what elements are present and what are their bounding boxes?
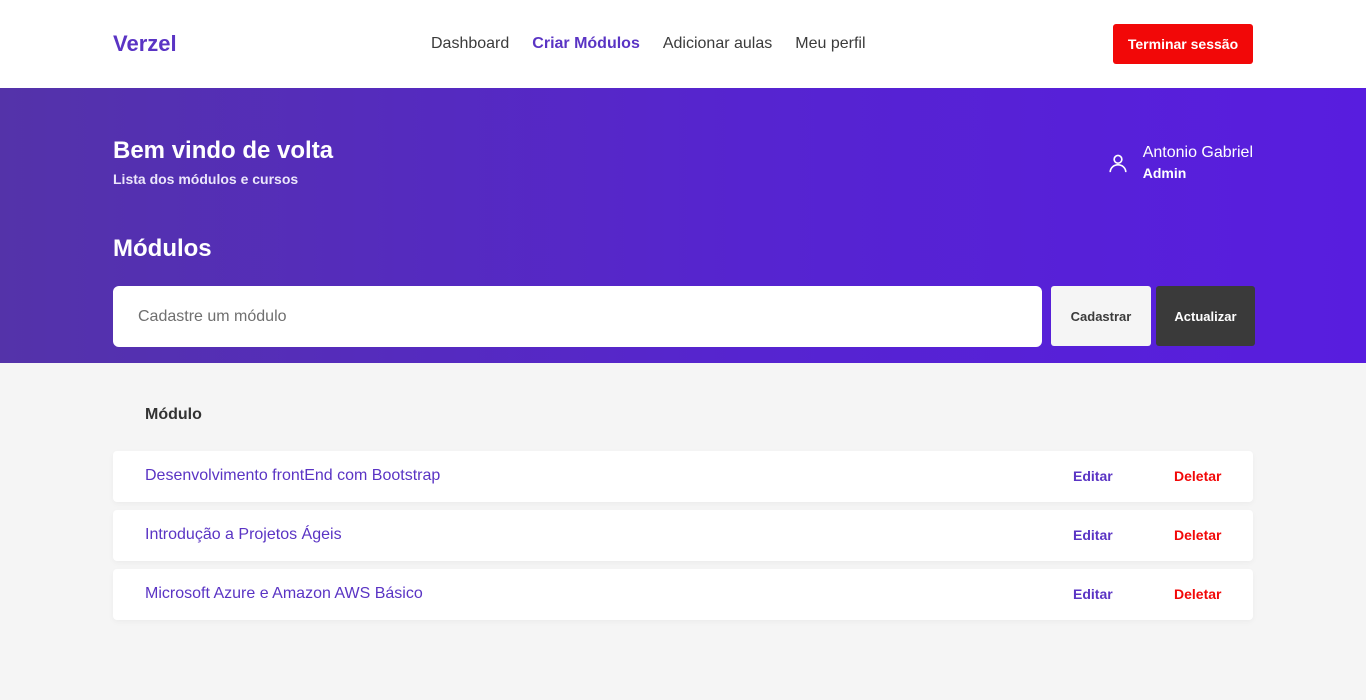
logout-button[interactable]: Terminar sessão	[1113, 24, 1253, 64]
hero-banner: Bem vindo de volta Lista dos módulos e c…	[0, 88, 1366, 363]
update-button[interactable]: Actualizar	[1156, 286, 1255, 346]
nav-criar-modulos[interactable]: Criar Módulos	[532, 35, 640, 53]
table-row: Introdução a Projetos Ágeis Editar Delet…	[113, 510, 1253, 561]
user-info: Antonio Gabriel Admin	[1107, 143, 1253, 183]
welcome-subtitle: Lista dos módulos e cursos	[113, 171, 299, 187]
brand-logo[interactable]: Verzel	[113, 31, 177, 57]
user-name: Antonio Gabriel	[1142, 144, 1253, 161]
module-name[interactable]: Microsoft Azure e Amazon AWS Básico	[145, 585, 423, 603]
register-button[interactable]: Cadastrar	[1051, 286, 1151, 346]
nav-dashboard[interactable]: Dashboard	[431, 35, 509, 53]
delete-button[interactable]: Deletar	[1174, 527, 1221, 543]
table-row: Desenvolvimento frontEnd com Bootstrap E…	[113, 451, 1253, 502]
module-name-input[interactable]	[113, 286, 1042, 347]
table-row: Microsoft Azure e Amazon AWS Básico Edit…	[113, 569, 1253, 620]
module-name[interactable]: Introdução a Projetos Ágeis	[145, 526, 342, 544]
user-text: Antonio Gabriel Admin	[1143, 143, 1253, 183]
modules-section-title: Módulos	[113, 235, 212, 262]
column-header-module: Módulo	[145, 406, 202, 423]
nav-adicionar-aulas[interactable]: Adicionar aulas	[663, 35, 772, 53]
edit-button[interactable]: Editar	[1073, 468, 1113, 484]
edit-button[interactable]: Editar	[1073, 527, 1113, 543]
user-role: Admin	[1142, 165, 1187, 181]
welcome-title: Bem vindo de volta	[113, 137, 334, 164]
top-navbar: Verzel Dashboard Criar Módulos Adicionar…	[0, 0, 1366, 88]
edit-button[interactable]: Editar	[1073, 586, 1113, 602]
modules-list: Módulo Desenvolvimento frontEnd com Boot…	[0, 363, 1366, 700]
nav-meu-perfil[interactable]: Meu perfil	[795, 35, 865, 53]
delete-button[interactable]: Deletar	[1174, 468, 1221, 484]
delete-button[interactable]: Deletar	[1174, 586, 1221, 602]
module-name[interactable]: Desenvolvimento frontEnd com Bootstrap	[145, 467, 440, 485]
user-icon	[1109, 154, 1127, 173]
main-nav: Dashboard Criar Módulos Adicionar aulas …	[431, 35, 866, 53]
